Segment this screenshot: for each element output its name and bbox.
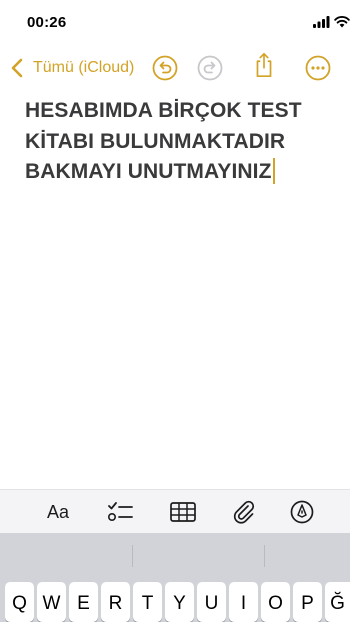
key-u[interactable]: U — [197, 582, 226, 622]
keyboard-row-top: Q W E R T Y U I O P Ğ — [0, 582, 350, 622]
share-icon[interactable] — [250, 51, 278, 79]
formatting-toolbar: Aa — [0, 489, 350, 533]
markup-pen-icon — [290, 500, 314, 524]
redo-icon[interactable] — [196, 54, 224, 82]
key-r[interactable]: R — [101, 582, 130, 622]
text-format-button[interactable]: Aa — [40, 490, 76, 534]
key-p[interactable]: P — [293, 582, 322, 622]
predictive-text-bar[interactable] — [0, 533, 350, 579]
chevron-left-icon — [11, 58, 23, 78]
attach-button[interactable] — [230, 490, 258, 534]
table-button[interactable] — [169, 490, 197, 534]
checklist-icon — [107, 502, 133, 522]
paperclip-icon — [233, 500, 255, 524]
nav-bar: Tümü (iCloud) — [0, 48, 350, 88]
note-text-area[interactable]: HESABIMDA BİRÇOK TEST KİTABI BULUNMAKTAD… — [25, 96, 335, 188]
key-t[interactable]: T — [133, 582, 162, 622]
note-line: KİTABI BULUNMAKTADIR — [25, 129, 286, 153]
key-o[interactable]: O — [261, 582, 290, 622]
key-w[interactable]: W — [37, 582, 66, 622]
key-g-breve[interactable]: Ğ — [325, 582, 350, 622]
note-line-text: BAKMAYI UNUTMAYINIZ — [25, 160, 272, 183]
predictive-divider — [264, 545, 265, 567]
checklist-button[interactable] — [106, 490, 134, 534]
key-q[interactable]: Q — [5, 582, 34, 622]
note-line: HESABIMDA BİRÇOK TEST — [25, 99, 302, 122]
keyboard: Q W E R T Y U I O P Ğ — [0, 533, 350, 622]
table-icon — [170, 502, 196, 522]
status-time: 00:26 — [27, 14, 67, 31]
back-button[interactable]: Tümü (iCloud) — [10, 56, 134, 80]
undo-icon[interactable] — [151, 54, 179, 82]
key-y[interactable]: Y — [165, 582, 194, 622]
status-bar: 00:26 — [0, 0, 350, 46]
key-i[interactable]: I — [229, 582, 258, 622]
markup-button[interactable] — [288, 490, 316, 534]
more-icon[interactable] — [304, 54, 332, 82]
wifi-icon — [334, 16, 350, 28]
cellular-signal-icon — [313, 16, 330, 28]
key-e[interactable]: E — [69, 582, 98, 622]
back-label: Tümü (iCloud) — [33, 59, 135, 76]
text-cursor — [272, 158, 275, 184]
note-line-last: BAKMAYI UNUTMAYINIZ — [25, 157, 335, 188]
predictive-divider — [132, 545, 133, 567]
